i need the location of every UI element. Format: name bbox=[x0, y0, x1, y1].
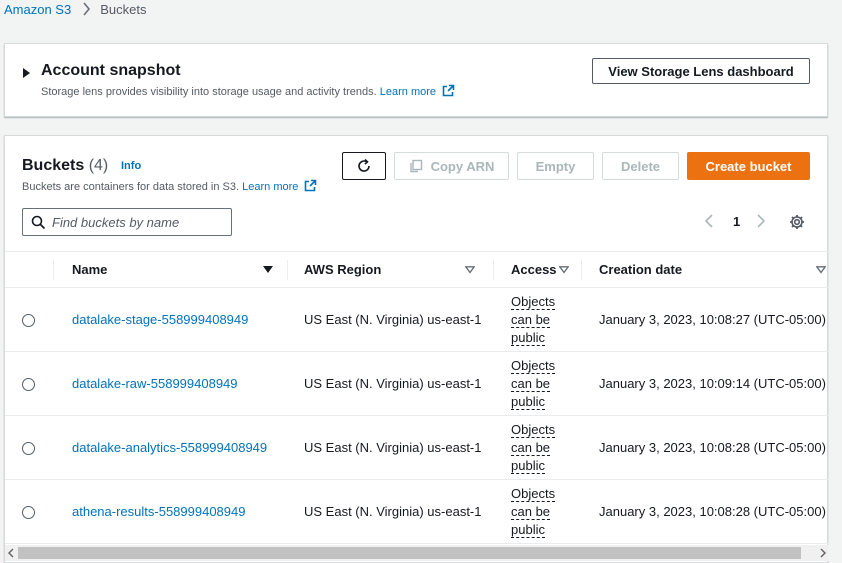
row-select-radio[interactable] bbox=[22, 441, 35, 455]
chevron-right-icon bbox=[757, 214, 766, 228]
bucket-name-link[interactable]: datalake-analytics-558999408949 bbox=[72, 440, 267, 455]
bucket-region: US East (N. Virginia) us-east-1 bbox=[304, 312, 482, 327]
page-number[interactable]: 1 bbox=[733, 214, 740, 229]
bucket-access-text: Objects can be bbox=[511, 357, 556, 392]
copy-icon bbox=[409, 159, 422, 173]
bucket-region: US East (N. Virginia) us-east-1 bbox=[304, 504, 482, 519]
buckets-panel: Buckets (4) Info Buckets are containers … bbox=[4, 135, 829, 563]
column-header-region[interactable]: AWS Region bbox=[287, 252, 493, 288]
sort-caret-icon[interactable] bbox=[816, 266, 826, 274]
bucket-access-public: public bbox=[511, 329, 545, 346]
bucket-creation-date: January 3, 2023, 10:08:28 (UTC-05:00) bbox=[599, 504, 826, 519]
bucket-access[interactable]: Objects can be public bbox=[511, 293, 565, 347]
table-header-row: Name AWS Region Access Creation date bbox=[5, 251, 829, 288]
breadcrumb-amazon-s3[interactable]: Amazon S3 bbox=[4, 2, 71, 17]
chevron-left-icon bbox=[704, 214, 713, 228]
previous-page-button[interactable] bbox=[704, 213, 714, 229]
account-snapshot-panel: Account snapshot Storage lens provides v… bbox=[4, 43, 828, 117]
bucket-access-text: Objects can be bbox=[511, 293, 556, 328]
info-link[interactable]: Info bbox=[121, 160, 141, 172]
bucket-creation-date: January 3, 2023, 10:09:14 (UTC-05:00) bbox=[599, 376, 826, 391]
horizontal-scrollbar[interactable] bbox=[5, 545, 829, 561]
bucket-creation-date: January 3, 2023, 10:08:27 (UTC-05:00) bbox=[599, 312, 826, 327]
sort-caret-icon[interactable] bbox=[465, 266, 475, 274]
bucket-name-link[interactable]: athena-results-558999408949 bbox=[72, 504, 245, 519]
table-row: athena-results-558999408949 US East (N. … bbox=[5, 480, 829, 544]
bucket-access-text: Objects can be bbox=[511, 421, 556, 456]
search-box[interactable] bbox=[22, 208, 232, 236]
sort-caret-icon[interactable] bbox=[263, 266, 273, 274]
empty-button[interactable]: Empty bbox=[517, 152, 594, 180]
buckets-learn-more-link[interactable]: Learn more bbox=[242, 181, 298, 193]
breadcrumb: Amazon S3 Buckets bbox=[4, 1, 146, 17]
bucket-access-text: Objects can be bbox=[511, 485, 556, 520]
external-link-icon[interactable] bbox=[304, 179, 317, 192]
column-creation-date-label: Creation date bbox=[599, 262, 683, 277]
column-name-label: Name bbox=[72, 262, 108, 277]
copy-arn-label: Copy ARN bbox=[430, 158, 495, 174]
snapshot-title[interactable]: Account snapshot bbox=[41, 62, 181, 80]
table-row: datalake-raw-558999408949 US East (N. Vi… bbox=[5, 352, 829, 416]
table-row: datalake-analytics-558999408949 US East … bbox=[5, 416, 829, 480]
row-select-radio[interactable] bbox=[22, 377, 35, 391]
buckets-table: Name AWS Region Access Creation date dat… bbox=[5, 251, 829, 544]
snapshot-description: Storage lens provides visibility into st… bbox=[41, 84, 455, 98]
scroll-left-arrow-icon[interactable] bbox=[8, 548, 14, 558]
table-row: datalake-stage-558999408949 US East (N. … bbox=[5, 288, 829, 352]
view-storage-lens-button[interactable]: View Storage Lens dashboard bbox=[592, 58, 810, 84]
scrollbar-thumb[interactable] bbox=[18, 547, 801, 559]
search-input[interactable] bbox=[52, 214, 222, 230]
copy-arn-button[interactable]: Copy ARN bbox=[394, 152, 509, 180]
expand-caret-icon[interactable] bbox=[23, 68, 30, 78]
sort-caret-icon[interactable] bbox=[559, 266, 569, 274]
search-icon bbox=[31, 215, 46, 229]
bucket-name-link[interactable]: datalake-raw-558999408949 bbox=[72, 376, 238, 391]
refresh-icon bbox=[358, 158, 370, 172]
select-column-header bbox=[5, 252, 54, 288]
buckets-count: (4) bbox=[88, 157, 109, 174]
column-header-creation-date[interactable]: Creation date bbox=[581, 252, 829, 288]
refresh-button[interactable] bbox=[342, 152, 386, 180]
external-link-icon[interactable] bbox=[442, 84, 455, 97]
next-page-button[interactable] bbox=[756, 213, 766, 229]
bucket-access[interactable]: Objects can be public bbox=[511, 485, 565, 539]
bucket-access[interactable]: Objects can be public bbox=[511, 357, 565, 411]
bucket-creation-date: January 3, 2023, 10:08:28 (UTC-05:00) bbox=[599, 440, 826, 455]
buckets-heading: Buckets (4) bbox=[22, 157, 108, 175]
column-access-label: Access bbox=[511, 262, 557, 277]
chevron-right-icon bbox=[83, 2, 91, 16]
buckets-title: Buckets bbox=[22, 157, 85, 174]
snapshot-description-text: Storage lens provides visibility into st… bbox=[41, 86, 377, 98]
bucket-name-link[interactable]: datalake-stage-558999408949 bbox=[72, 312, 248, 327]
scroll-right-arrow-icon[interactable] bbox=[820, 548, 826, 558]
bucket-region: US East (N. Virginia) us-east-1 bbox=[304, 376, 482, 391]
snapshot-learn-more-link[interactable]: Learn more bbox=[380, 86, 436, 98]
column-header-access[interactable]: Access bbox=[493, 252, 581, 288]
bucket-region: US East (N. Virginia) us-east-1 bbox=[304, 440, 482, 455]
column-region-label: AWS Region bbox=[304, 262, 382, 277]
buckets-description: Buckets are containers for data stored i… bbox=[22, 179, 317, 193]
column-header-name[interactable]: Name bbox=[53, 252, 287, 288]
create-bucket-button[interactable]: Create bucket bbox=[687, 152, 810, 180]
breadcrumb-buckets: Buckets bbox=[100, 1, 147, 17]
gear-icon[interactable] bbox=[789, 214, 805, 230]
delete-button[interactable]: Delete bbox=[602, 152, 679, 180]
bucket-access-public: public bbox=[511, 521, 545, 538]
bucket-access-public: public bbox=[511, 393, 545, 410]
buckets-description-text: Buckets are containers for data stored i… bbox=[22, 181, 240, 193]
bucket-access[interactable]: Objects can be public bbox=[511, 421, 565, 475]
bucket-access-public: public bbox=[511, 457, 545, 474]
row-select-radio[interactable] bbox=[22, 313, 35, 327]
row-select-radio[interactable] bbox=[22, 505, 35, 519]
